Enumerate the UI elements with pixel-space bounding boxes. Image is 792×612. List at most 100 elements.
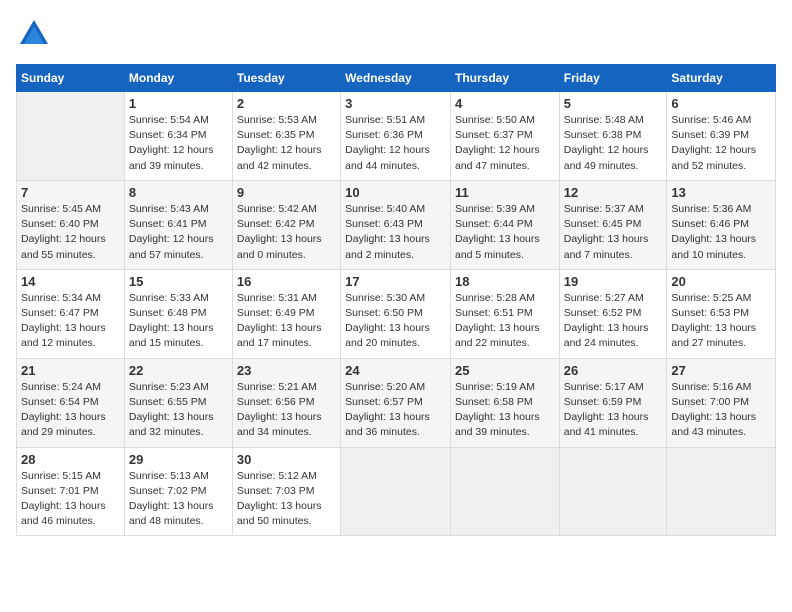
day-info-line: Sunrise: 5:50 AM [455, 114, 535, 126]
day-info-line: Sunset: 6:42 PM [237, 218, 315, 230]
day-info-line: Sunrise: 5:15 AM [21, 470, 101, 482]
day-info-line: Daylight: 13 hours [671, 411, 756, 423]
day-info-line: and 0 minutes. [237, 249, 306, 261]
day-info-line: Sunset: 6:55 PM [129, 396, 207, 408]
day-info: Sunrise: 5:25 AMSunset: 6:53 PMDaylight:… [671, 291, 771, 352]
day-info-line: Sunset: 6:59 PM [564, 396, 642, 408]
day-info-line: and 32 minutes. [129, 426, 204, 438]
day-info-line: Sunset: 6:53 PM [671, 307, 749, 319]
day-number: 17 [345, 274, 446, 289]
calendar-week-row: 28Sunrise: 5:15 AMSunset: 7:01 PMDayligh… [17, 447, 776, 536]
day-info-line: Daylight: 13 hours [455, 322, 540, 334]
calendar-cell: 28Sunrise: 5:15 AMSunset: 7:01 PMDayligh… [17, 447, 125, 536]
day-info-line: Sunset: 6:54 PM [21, 396, 99, 408]
day-info-line: Sunrise: 5:25 AM [671, 292, 751, 304]
day-info-line: Sunrise: 5:51 AM [345, 114, 425, 126]
day-number: 11 [455, 185, 555, 200]
day-info-line: Daylight: 13 hours [21, 411, 106, 423]
day-info-line: and 29 minutes. [21, 426, 96, 438]
day-info-line: Sunrise: 5:53 AM [237, 114, 317, 126]
day-info-line: and 44 minutes. [345, 160, 420, 172]
day-info-line: Daylight: 13 hours [671, 233, 756, 245]
day-info-line: Sunset: 6:58 PM [455, 396, 533, 408]
day-info: Sunrise: 5:43 AMSunset: 6:41 PMDaylight:… [129, 202, 228, 263]
day-info-line: Daylight: 13 hours [237, 233, 322, 245]
day-info-line: Daylight: 12 hours [345, 144, 430, 156]
day-number: 6 [671, 96, 771, 111]
calendar-cell: 24Sunrise: 5:20 AMSunset: 6:57 PMDayligh… [341, 358, 451, 447]
day-info-line: Daylight: 12 hours [564, 144, 649, 156]
day-number: 27 [671, 363, 771, 378]
calendar-cell: 12Sunrise: 5:37 AMSunset: 6:45 PMDayligh… [559, 180, 667, 269]
day-info-line: Sunrise: 5:19 AM [455, 381, 535, 393]
day-info-line: and 49 minutes. [564, 160, 639, 172]
day-info-line: Sunset: 6:39 PM [671, 129, 749, 141]
day-info-line: Sunset: 6:36 PM [345, 129, 423, 141]
day-info-line: Sunset: 6:38 PM [564, 129, 642, 141]
day-number: 15 [129, 274, 228, 289]
day-number: 18 [455, 274, 555, 289]
day-info-line: Daylight: 13 hours [455, 411, 540, 423]
day-number: 10 [345, 185, 446, 200]
day-info: Sunrise: 5:34 AMSunset: 6:47 PMDaylight:… [21, 291, 120, 352]
day-info-line: Sunrise: 5:43 AM [129, 203, 209, 215]
calendar-cell: 21Sunrise: 5:24 AMSunset: 6:54 PMDayligh… [17, 358, 125, 447]
calendar-cell: 6Sunrise: 5:46 AMSunset: 6:39 PMDaylight… [667, 92, 776, 181]
day-info: Sunrise: 5:12 AMSunset: 7:03 PMDaylight:… [237, 469, 336, 530]
day-info-line: Sunset: 6:40 PM [21, 218, 99, 230]
day-info: Sunrise: 5:19 AM Sunset: 6:58 PM Daylight:… [455, 380, 555, 441]
day-info-line: Daylight: 13 hours [564, 411, 649, 423]
day-number: 1 [129, 96, 228, 111]
day-info-line: and 7 minutes. [564, 249, 633, 261]
day-number: 26 [564, 363, 663, 378]
day-info-line: Sunrise: 5:39 AM [455, 203, 535, 215]
day-info-line: Sunset: 6:37 PM [455, 129, 533, 141]
day-info: Sunrise: 5:31 AMSunset: 6:49 PMDaylight:… [237, 291, 336, 352]
day-number: 3 [345, 96, 446, 111]
calendar-cell [17, 92, 125, 181]
logo [16, 16, 58, 52]
day-info-line: Daylight: 13 hours [237, 322, 322, 334]
day-number: 13 [671, 185, 771, 200]
calendar-cell: 30Sunrise: 5:12 AMSunset: 7:03 PMDayligh… [232, 447, 340, 536]
day-info-line: and 24 minutes. [564, 337, 639, 349]
day-number: 25 [455, 363, 555, 378]
day-info-line: and 36 minutes. [345, 426, 420, 438]
day-info-line: Daylight: 13 hours [237, 500, 322, 512]
day-number: 21 [21, 363, 120, 378]
day-info-line: Sunrise: 5:13 AM [129, 470, 209, 482]
day-info-line: and 57 minutes. [129, 249, 204, 261]
calendar-week-row: 1Sunrise: 5:54 AMSunset: 6:34 PMDaylight… [17, 92, 776, 181]
calendar-cell: 19Sunrise: 5:27 AMSunset: 6:52 PMDayligh… [559, 269, 667, 358]
day-info: Sunrise: 5:17 AM Sunset: 6:59 PM Daylight:… [564, 380, 663, 441]
day-info-line: Sunrise: 5:37 AM [564, 203, 644, 215]
day-info-line: Daylight: 13 hours [237, 411, 322, 423]
day-info-line: and 43 minutes. [671, 426, 746, 438]
day-info-line: and 41 minutes. [564, 426, 639, 438]
day-number: 2 [237, 96, 336, 111]
day-info-line: and 34 minutes. [237, 426, 312, 438]
day-info: Sunrise: 5:36 AMSunset: 6:46 PMDaylight:… [671, 202, 771, 263]
day-info: Sunrise: 5:48 AMSunset: 6:38 PMDaylight:… [564, 113, 663, 174]
calendar-cell: 17Sunrise: 5:30 AMSunset: 6:50 PMDayligh… [341, 269, 451, 358]
day-info-line: Sunset: 6:50 PM [345, 307, 423, 319]
day-info: Sunrise: 5:39 AMSunset: 6:44 PMDaylight:… [455, 202, 555, 263]
day-number: 7 [21, 185, 120, 200]
day-info-line: Sunset: 7:01 PM [21, 485, 99, 497]
day-info-line: and 48 minutes. [129, 515, 204, 527]
day-info-line: Sunrise: 5:20 AM [345, 381, 425, 393]
day-info-line: and 55 minutes. [21, 249, 96, 261]
day-info-line: Sunrise: 5:33 AM [129, 292, 209, 304]
day-info: Sunrise: 5:16 AMSunset: 7:00 PMDaylight:… [671, 380, 771, 441]
day-info-line: and 12 minutes. [21, 337, 96, 349]
calendar-cell: 3 Sunrise: 5:51 AM Sunset: 6:36 PM Daylight… [341, 92, 451, 181]
day-info: Sunrise: 5:45 AMSunset: 6:40 PMDaylight:… [21, 202, 120, 263]
day-info-line: Sunset: 6:44 PM [455, 218, 533, 230]
day-info-line: Daylight: 12 hours [129, 144, 214, 156]
day-info-line: Daylight: 13 hours [129, 411, 214, 423]
column-header-thursday: Thursday [450, 65, 559, 92]
day-number: 12 [564, 185, 663, 200]
day-info-line: and 52 minutes. [671, 160, 746, 172]
calendar-cell: 15Sunrise: 5:33 AMSunset: 6:48 PMDayligh… [124, 269, 232, 358]
day-info-line: Sunrise: 5:17 AM [564, 381, 644, 393]
